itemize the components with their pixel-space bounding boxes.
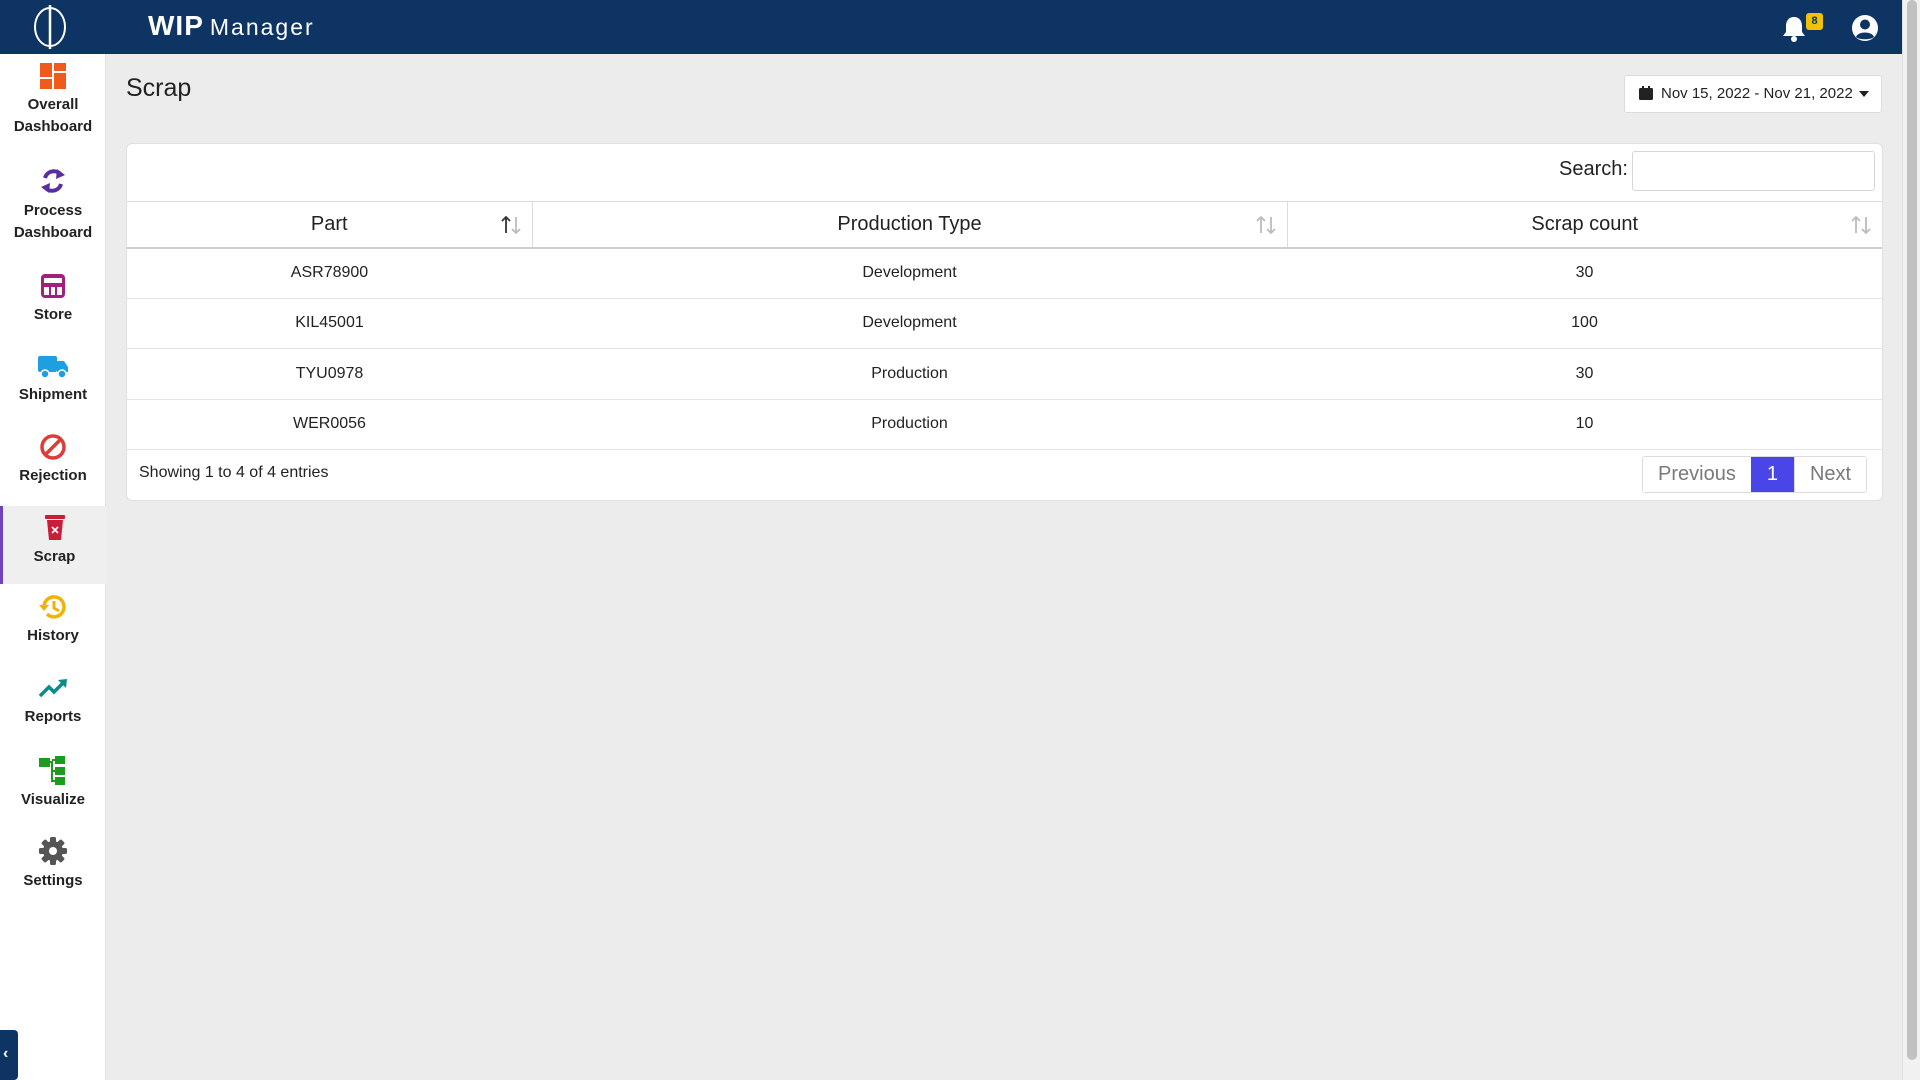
sort-icon [1255,215,1276,235]
sidebar-label: Overall [27,96,79,113]
calendar-icon [1639,85,1653,100]
dashboard-icon [40,63,66,89]
column-header-label: Production Type [837,212,982,235]
page-1-button[interactable]: 1 [1750,457,1794,492]
column-header-production-type[interactable]: Production Type [531,201,1287,249]
app-title-rest: Manager [209,14,315,40]
store-icon [41,274,65,298]
table-row: WER0056 Production 10 [127,399,1882,450]
page-scrollbar[interactable] [1902,0,1920,1080]
cell-production-type: Development [532,298,1287,349]
gear-icon [39,837,67,865]
sidebar-label: Store [33,306,73,323]
app-title: WIP Manager [148,10,315,42]
caret-down-icon [1858,91,1869,98]
sidebar-label: History [27,627,79,644]
pagination: Previous 1 Next [1642,456,1868,493]
column-header-part[interactable]: Part [127,201,532,249]
column-header-scrap-count[interactable]: Scrap count [1286,201,1882,249]
sidebar-item-visualize[interactable]: Visualize [0,755,106,835]
cell-scrap-count: 100 [1287,298,1882,349]
sidebar-label: Dashboard [13,118,93,135]
sidebar-label: Shipment [18,386,88,403]
search-input[interactable] [1632,151,1875,191]
sort-ascending-icon [500,215,521,235]
sidebar-label: Dashboard [13,224,93,241]
previous-page-button[interactable]: Previous [1643,457,1751,492]
scrap-bin-icon [44,515,65,540]
table-row: TYU0978 Production 30 [127,348,1882,400]
sidebar-label: Process [23,202,83,219]
sort-icon [1851,215,1871,235]
sidebar-label: Visualize [21,791,85,808]
column-header-label: Part [310,212,348,235]
cell-production-type: Development [532,247,1287,299]
ban-icon [40,434,66,460]
cell-part: TYU0978 [127,348,532,400]
cell-production-type: Production [532,399,1287,450]
scrap-table: Part Production Type Scrap count ASR7890… [127,201,1882,450]
top-navbar: WIP Manager 8 [0,0,1902,54]
table-row: ASR78900 Development 30 [127,247,1882,299]
sidebar-item-history[interactable]: History [0,593,106,673]
truck-icon [38,356,68,379]
app-title-bold: WIP [148,10,204,41]
sidebar-item-store[interactable]: Store [0,272,106,352]
logo-icon[interactable] [30,5,70,49]
cell-part: WER0056 [127,399,532,450]
scrollbar-thumb[interactable] [1907,0,1917,1060]
sidebar-label: Reports [24,708,82,725]
date-range-picker[interactable]: Nov 15, 2022 - Nov 21, 2022 [1624,75,1882,113]
cell-production-type: Production [532,348,1287,400]
sidebar: Overall Dashboard Process Dashboard Store … [0,54,106,1080]
table-row: KIL45001 Development 100 [127,298,1882,349]
user-account-icon[interactable] [1850,13,1880,43]
sidebar-label: Settings [23,872,83,889]
hierarchy-icon [39,756,65,785]
sidebar-label: Scrap [33,548,76,565]
cell-part: ASR78900 [127,247,532,299]
sidebar-label: Rejection [19,467,87,484]
table-info: Showing 1 to 4 of 4 entries [139,464,329,481]
sidebar-item-scrap[interactable]: Scrap [0,506,106,584]
cell-scrap-count: 30 [1287,247,1882,299]
notification-badge: 8 [1806,13,1823,30]
sidebar-collapse-button[interactable]: ‹ [0,1030,18,1080]
page-title: Scrap [126,74,192,102]
sidebar-item-shipment[interactable]: Shipment [0,352,106,432]
history-icon [39,595,66,619]
trend-up-icon [38,679,67,698]
next-page-button[interactable]: Next [1793,457,1867,492]
process-cycle-icon [41,169,65,193]
sidebar-item-overall-dashboard[interactable]: Overall Dashboard [0,62,106,142]
column-header-label: Scrap count [1531,212,1639,235]
search-label: Search: [1559,158,1628,180]
scrap-table-card: Search: Part Production Type Scrap count… [126,143,1883,501]
sidebar-item-reports[interactable]: Reports [0,674,106,754]
sidebar-item-settings[interactable]: Settings [0,836,106,916]
cell-scrap-count: 30 [1287,348,1882,400]
date-range-value: Nov 15, 2022 - Nov 21, 2022 [1661,85,1853,102]
sidebar-item-rejection[interactable]: Rejection [0,433,106,513]
cell-part: KIL45001 [127,298,532,349]
chevron-left-icon: ‹ [3,1045,9,1062]
sidebar-item-process-dashboard[interactable]: Process Dashboard [0,166,106,246]
cell-scrap-count: 10 [1287,399,1882,450]
